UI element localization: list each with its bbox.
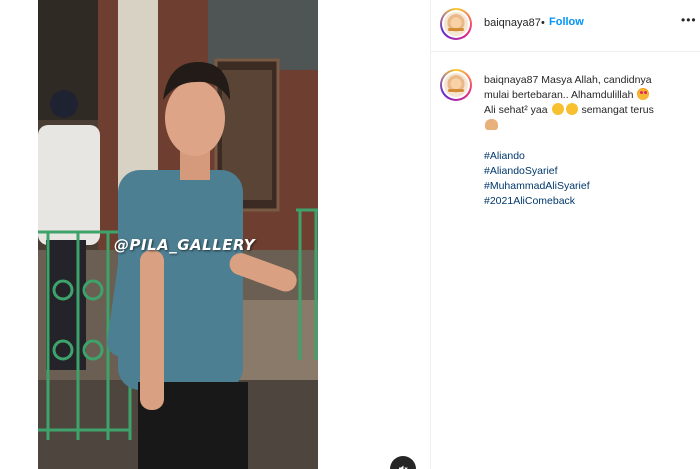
caption-username[interactable]: baiqnaya87 xyxy=(484,74,538,86)
hashtag-list: #Aliando #AliandoSyarief #MuhammadAliSya… xyxy=(484,149,694,209)
post-sidebar: baiqnaya87 • Follow ••• baiqnaya87 Masya… xyxy=(431,0,700,469)
caption-text-3b: semangat terus xyxy=(581,104,654,116)
main-person-arm-left xyxy=(140,250,164,410)
smiling-emoji-icon xyxy=(565,103,578,115)
post-video[interactable]: @PILA_GALLERY xyxy=(38,0,318,469)
instagram-post: @PILA_GALLERY baiqnaya87 • Follow ••• ba… xyxy=(0,0,700,469)
heart-eyes-emoji-icon xyxy=(637,88,650,100)
author-avatar[interactable] xyxy=(440,8,472,40)
main-person-face xyxy=(165,80,225,156)
post-header: baiqnaya87 • Follow ••• xyxy=(431,0,700,52)
media-letterbox-right xyxy=(318,0,430,469)
caption-author-avatar[interactable] xyxy=(440,69,472,101)
caption-line-1: baiqnaya87 Masya Allah, candidnya xyxy=(484,73,694,88)
bystander-pants xyxy=(46,240,86,370)
caption-text-1: Masya Allah, candidnya xyxy=(541,74,652,86)
media-pane: @PILA_GALLERY xyxy=(0,0,430,469)
hashtag-link[interactable]: #Aliando xyxy=(484,149,694,164)
video-frame-scene xyxy=(38,0,318,469)
separator-dot: • xyxy=(541,17,545,29)
caption-line-2: mulai bertebaran.. Alhamdulillah xyxy=(484,88,694,103)
speaker-muted-icon xyxy=(399,465,408,469)
avatar-image xyxy=(444,12,468,36)
flexed-biceps-emoji-icon xyxy=(485,119,498,130)
avatar-image xyxy=(444,73,468,97)
smiling-emoji-icon xyxy=(551,103,564,115)
caption-text-3a: Ali sehat² yaa xyxy=(484,104,548,116)
hashtag-link[interactable]: #2021AliComeback xyxy=(484,194,694,209)
hashtag-link[interactable]: #AliandoSyarief xyxy=(484,164,694,179)
post-caption: baiqnaya87 Masya Allah, candidnya mulai … xyxy=(484,73,694,209)
bystander-head xyxy=(50,90,78,118)
follow-button[interactable]: Follow xyxy=(549,16,584,28)
caption-line-4 xyxy=(484,118,694,133)
author-username[interactable]: baiqnaya87 xyxy=(484,17,541,29)
video-watermark: @PILA_GALLERY xyxy=(114,236,256,254)
more-options-icon[interactable]: ••• xyxy=(681,13,697,27)
caption-line-3: Ali sehat² yaa semangat terus xyxy=(484,103,694,118)
bystander-shirt xyxy=(38,125,100,245)
caption-text-2: mulai bertebaran.. Alhamdulillah xyxy=(484,89,634,101)
hashtag-link[interactable]: #MuhammadAliSyarief xyxy=(484,179,694,194)
media-letterbox-left xyxy=(0,0,38,469)
